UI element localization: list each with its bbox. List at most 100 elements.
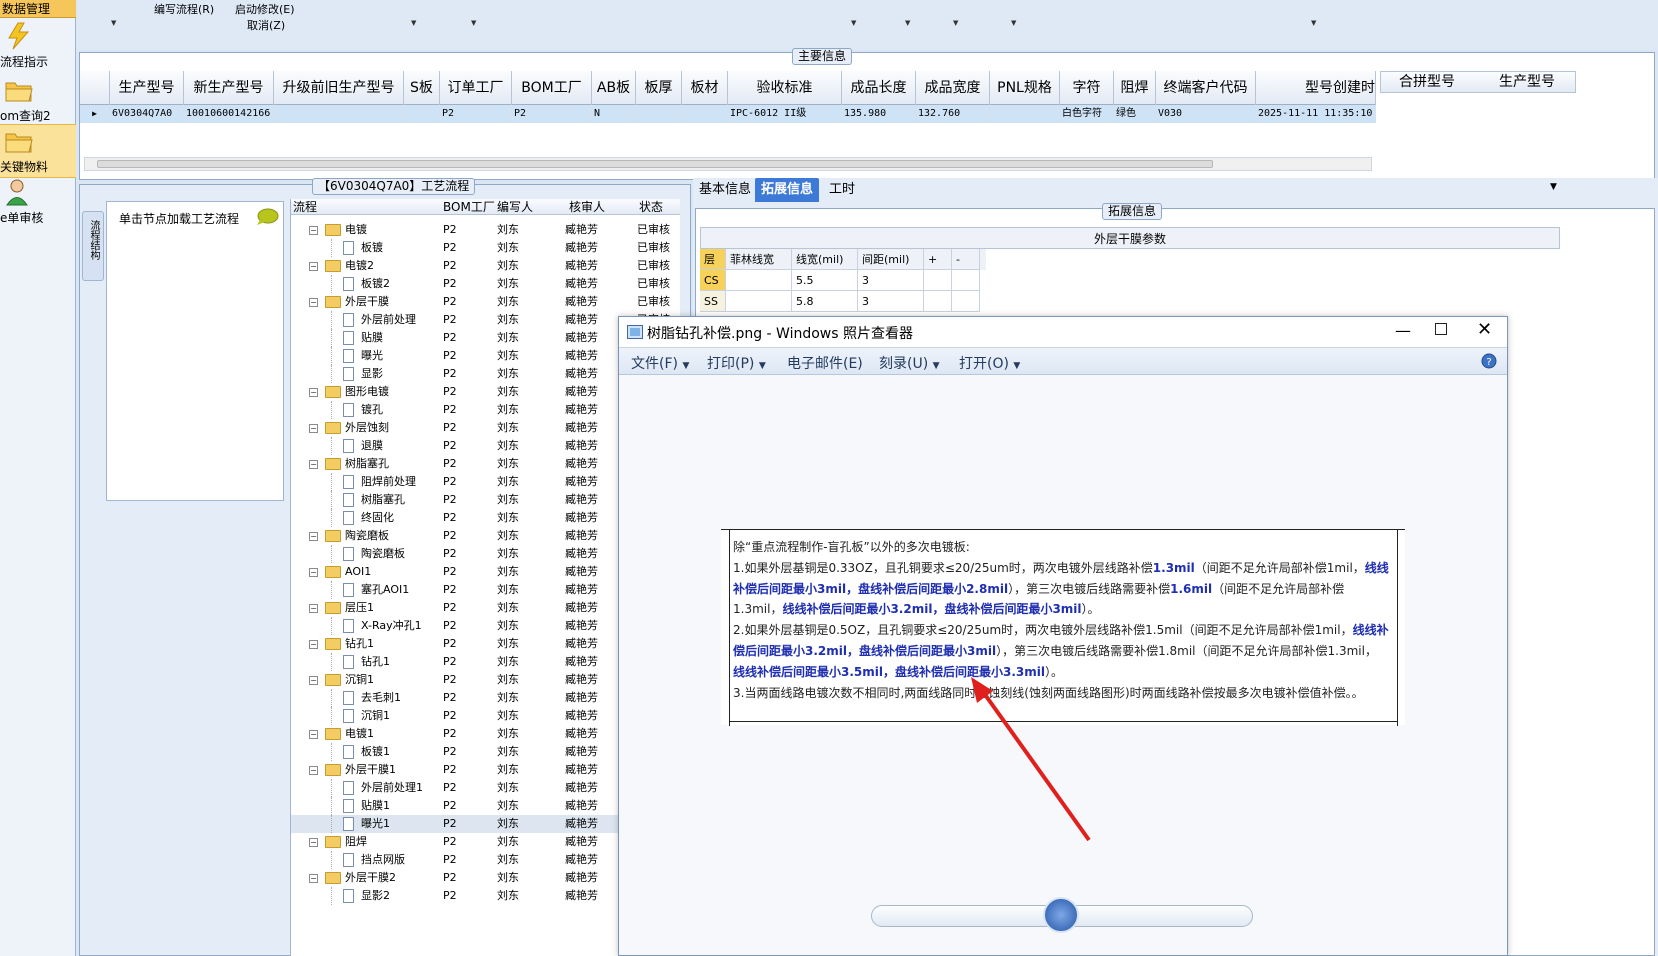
column-header[interactable]: 板材	[682, 71, 728, 105]
grid-cell[interactable]	[924, 270, 952, 291]
grid-cell[interactable]	[726, 270, 792, 291]
column-header[interactable]: 流程	[293, 199, 317, 215]
column-header[interactable]: 间距(mil)	[858, 249, 924, 270]
grid-row[interactable]: CS 5.5 3	[700, 270, 986, 291]
column-header[interactable]: 成品长度	[842, 71, 916, 105]
dropdown-arrow-icon[interactable]: ▼	[411, 19, 416, 27]
nav-item-flow-instruction[interactable]: 流程指示	[0, 20, 76, 74]
help-icon[interactable]: ?	[1481, 353, 1497, 369]
tree-leaf-row[interactable]: 板镀 P2 刘东 臧艳芳 已审核	[291, 239, 680, 257]
menu-open[interactable]: 打开(O) ▼	[959, 353, 1020, 373]
collapse-toggle-icon[interactable]: −	[309, 262, 318, 271]
column-header[interactable]: 阻焊	[1114, 71, 1156, 105]
close-icon[interactable]: ✕	[1477, 319, 1492, 340]
menu-print[interactable]: 打印(P) ▼	[707, 353, 766, 373]
dropdown-arrow-icon[interactable]: ▼	[1311, 19, 1316, 27]
grid-cell[interactable]: P2	[440, 105, 512, 123]
slideshow-play-button[interactable]	[1043, 897, 1079, 933]
column-header[interactable]: 板厚	[636, 71, 682, 105]
grid-cell[interactable]	[726, 291, 792, 312]
tab-work-hours[interactable]: 工时	[823, 178, 861, 202]
column-header[interactable]: 终端客户代码	[1156, 71, 1256, 105]
grid-cell[interactable]	[404, 105, 440, 123]
collapse-toggle-icon[interactable]: −	[309, 604, 318, 613]
grid-cell[interactable]: V030	[1156, 105, 1256, 123]
scrollbar-thumb[interactable]	[97, 160, 1213, 168]
collapse-toggle-icon[interactable]: −	[309, 568, 318, 577]
edit-flow-button[interactable]: 编写流程(R)	[154, 1, 214, 17]
column-header[interactable]: 成品宽度	[916, 71, 990, 105]
minimize-icon[interactable]: —	[1395, 321, 1411, 340]
remove-column-button[interactable]: -	[952, 249, 980, 270]
collapse-toggle-icon[interactable]: −	[309, 226, 318, 235]
menu-burn[interactable]: 刻录(U) ▼	[879, 353, 940, 373]
nav-item-key-material[interactable]: 关键物料	[0, 124, 76, 178]
grid-cell[interactable]: P2	[512, 105, 592, 123]
grid-cell[interactable]: 6V0304Q7A0	[112, 105, 184, 123]
cancel-button[interactable]: 取消(Z)	[247, 17, 285, 33]
column-header[interactable]: 升级前旧生产型号	[274, 71, 404, 105]
grid-cell[interactable]: 白色字符	[1060, 105, 1114, 123]
collapse-toggle-icon[interactable]: −	[309, 298, 318, 307]
column-header[interactable]: BOM工厂	[443, 199, 495, 215]
collapse-toggle-icon[interactable]: −	[309, 874, 318, 883]
column-header[interactable]: BOM工厂	[512, 71, 592, 105]
collapse-toggle-icon[interactable]: −	[309, 730, 318, 739]
grid-row[interactable]: SS 5.8 3	[700, 291, 986, 312]
chevron-down-icon[interactable]: ▼	[1550, 182, 1557, 192]
flow-structure-tab[interactable]: 流程结构	[82, 211, 104, 281]
grid-cell[interactable]: 3	[858, 270, 924, 291]
column-header[interactable]: 状态	[639, 199, 663, 215]
grid-cell[interactable]	[636, 105, 682, 123]
column-header[interactable]: 订单工厂	[440, 71, 512, 105]
grid-cell[interactable]: 10010600142166	[184, 105, 274, 123]
grid-cell[interactable]: N	[592, 105, 636, 123]
column-header[interactable]: 生产型号	[1499, 72, 1555, 92]
nav-header[interactable]: 数据管理	[0, 0, 76, 18]
grid-cell[interactable]: 2025-11-11 11:35:10	[1256, 105, 1376, 123]
layer-cell[interactable]: SS	[700, 291, 726, 312]
collapse-toggle-icon[interactable]: −	[309, 460, 318, 469]
grid-cell[interactable]	[682, 105, 728, 123]
column-header[interactable]: 生产型号	[110, 71, 184, 105]
tree-group-row[interactable]: − 电镀2 P2 刘东 臧艳芳 已审核	[291, 257, 680, 275]
collapse-toggle-icon[interactable]: −	[309, 640, 318, 649]
column-header[interactable]: PNL规格	[990, 71, 1060, 105]
column-header[interactable]: 字符	[1060, 71, 1114, 105]
tab-extended-info[interactable]: 拓展信息	[755, 178, 820, 202]
tree-leaf-row[interactable]: 板镀2 P2 刘东 臧艳芳 已审核	[291, 275, 680, 293]
grid-cell[interactable]	[952, 270, 980, 291]
dropdown-arrow-icon[interactable]: ▼	[471, 19, 476, 27]
grid-cell[interactable]	[990, 105, 1060, 123]
add-column-button[interactable]: +	[924, 249, 952, 270]
start-edit-button[interactable]: 启动修改(E)	[235, 1, 295, 17]
nav-item-order-review[interactable]: e单审核	[0, 176, 76, 230]
grid-cell[interactable]: 132.760	[916, 105, 990, 123]
grid-cell[interactable]	[274, 105, 404, 123]
main-grid-row[interactable]: ▶ 6V0304Q7A0 10010600142166 P2 P2 N IPC-…	[80, 105, 1376, 123]
column-header[interactable]: AB板	[592, 71, 636, 105]
tab-basic-info[interactable]: 基本信息	[693, 178, 757, 202]
grid-cell[interactable]	[952, 291, 980, 312]
column-header[interactable]: 型号创建时	[1256, 71, 1376, 105]
dropdown-arrow-icon[interactable]: ▼	[851, 19, 856, 27]
collapse-toggle-icon[interactable]: −	[309, 424, 318, 433]
horizontal-scrollbar[interactable]	[84, 157, 1372, 171]
column-header[interactable]: 编写人	[497, 199, 533, 215]
grid-cell[interactable]: 5.5	[792, 270, 858, 291]
grid-cell[interactable]: IPC-6012 II级	[728, 105, 842, 123]
dropdown-arrow-icon[interactable]: ▼	[953, 19, 958, 27]
collapse-toggle-icon[interactable]: −	[309, 766, 318, 775]
maximize-icon[interactable]	[1435, 323, 1447, 335]
collapse-toggle-icon[interactable]: −	[309, 388, 318, 397]
menu-email[interactable]: 电子邮件(E)	[787, 353, 863, 373]
dropdown-arrow-icon[interactable]: ▼	[905, 19, 910, 27]
column-header[interactable]: 线宽(mil)	[792, 249, 858, 270]
grid-cell[interactable]: 3	[858, 291, 924, 312]
menu-file[interactable]: 文件(F) ▼	[631, 353, 689, 373]
collapse-toggle-icon[interactable]: −	[309, 838, 318, 847]
dropdown-arrow-icon[interactable]: ▼	[1011, 19, 1016, 27]
column-header[interactable]: 合拼型号	[1399, 72, 1455, 92]
column-header[interactable]: 新生产型号	[184, 71, 274, 105]
window-titlebar[interactable]: 树脂钻孔补偿.png - Windows 照片查看器 — ✕	[619, 317, 1507, 347]
